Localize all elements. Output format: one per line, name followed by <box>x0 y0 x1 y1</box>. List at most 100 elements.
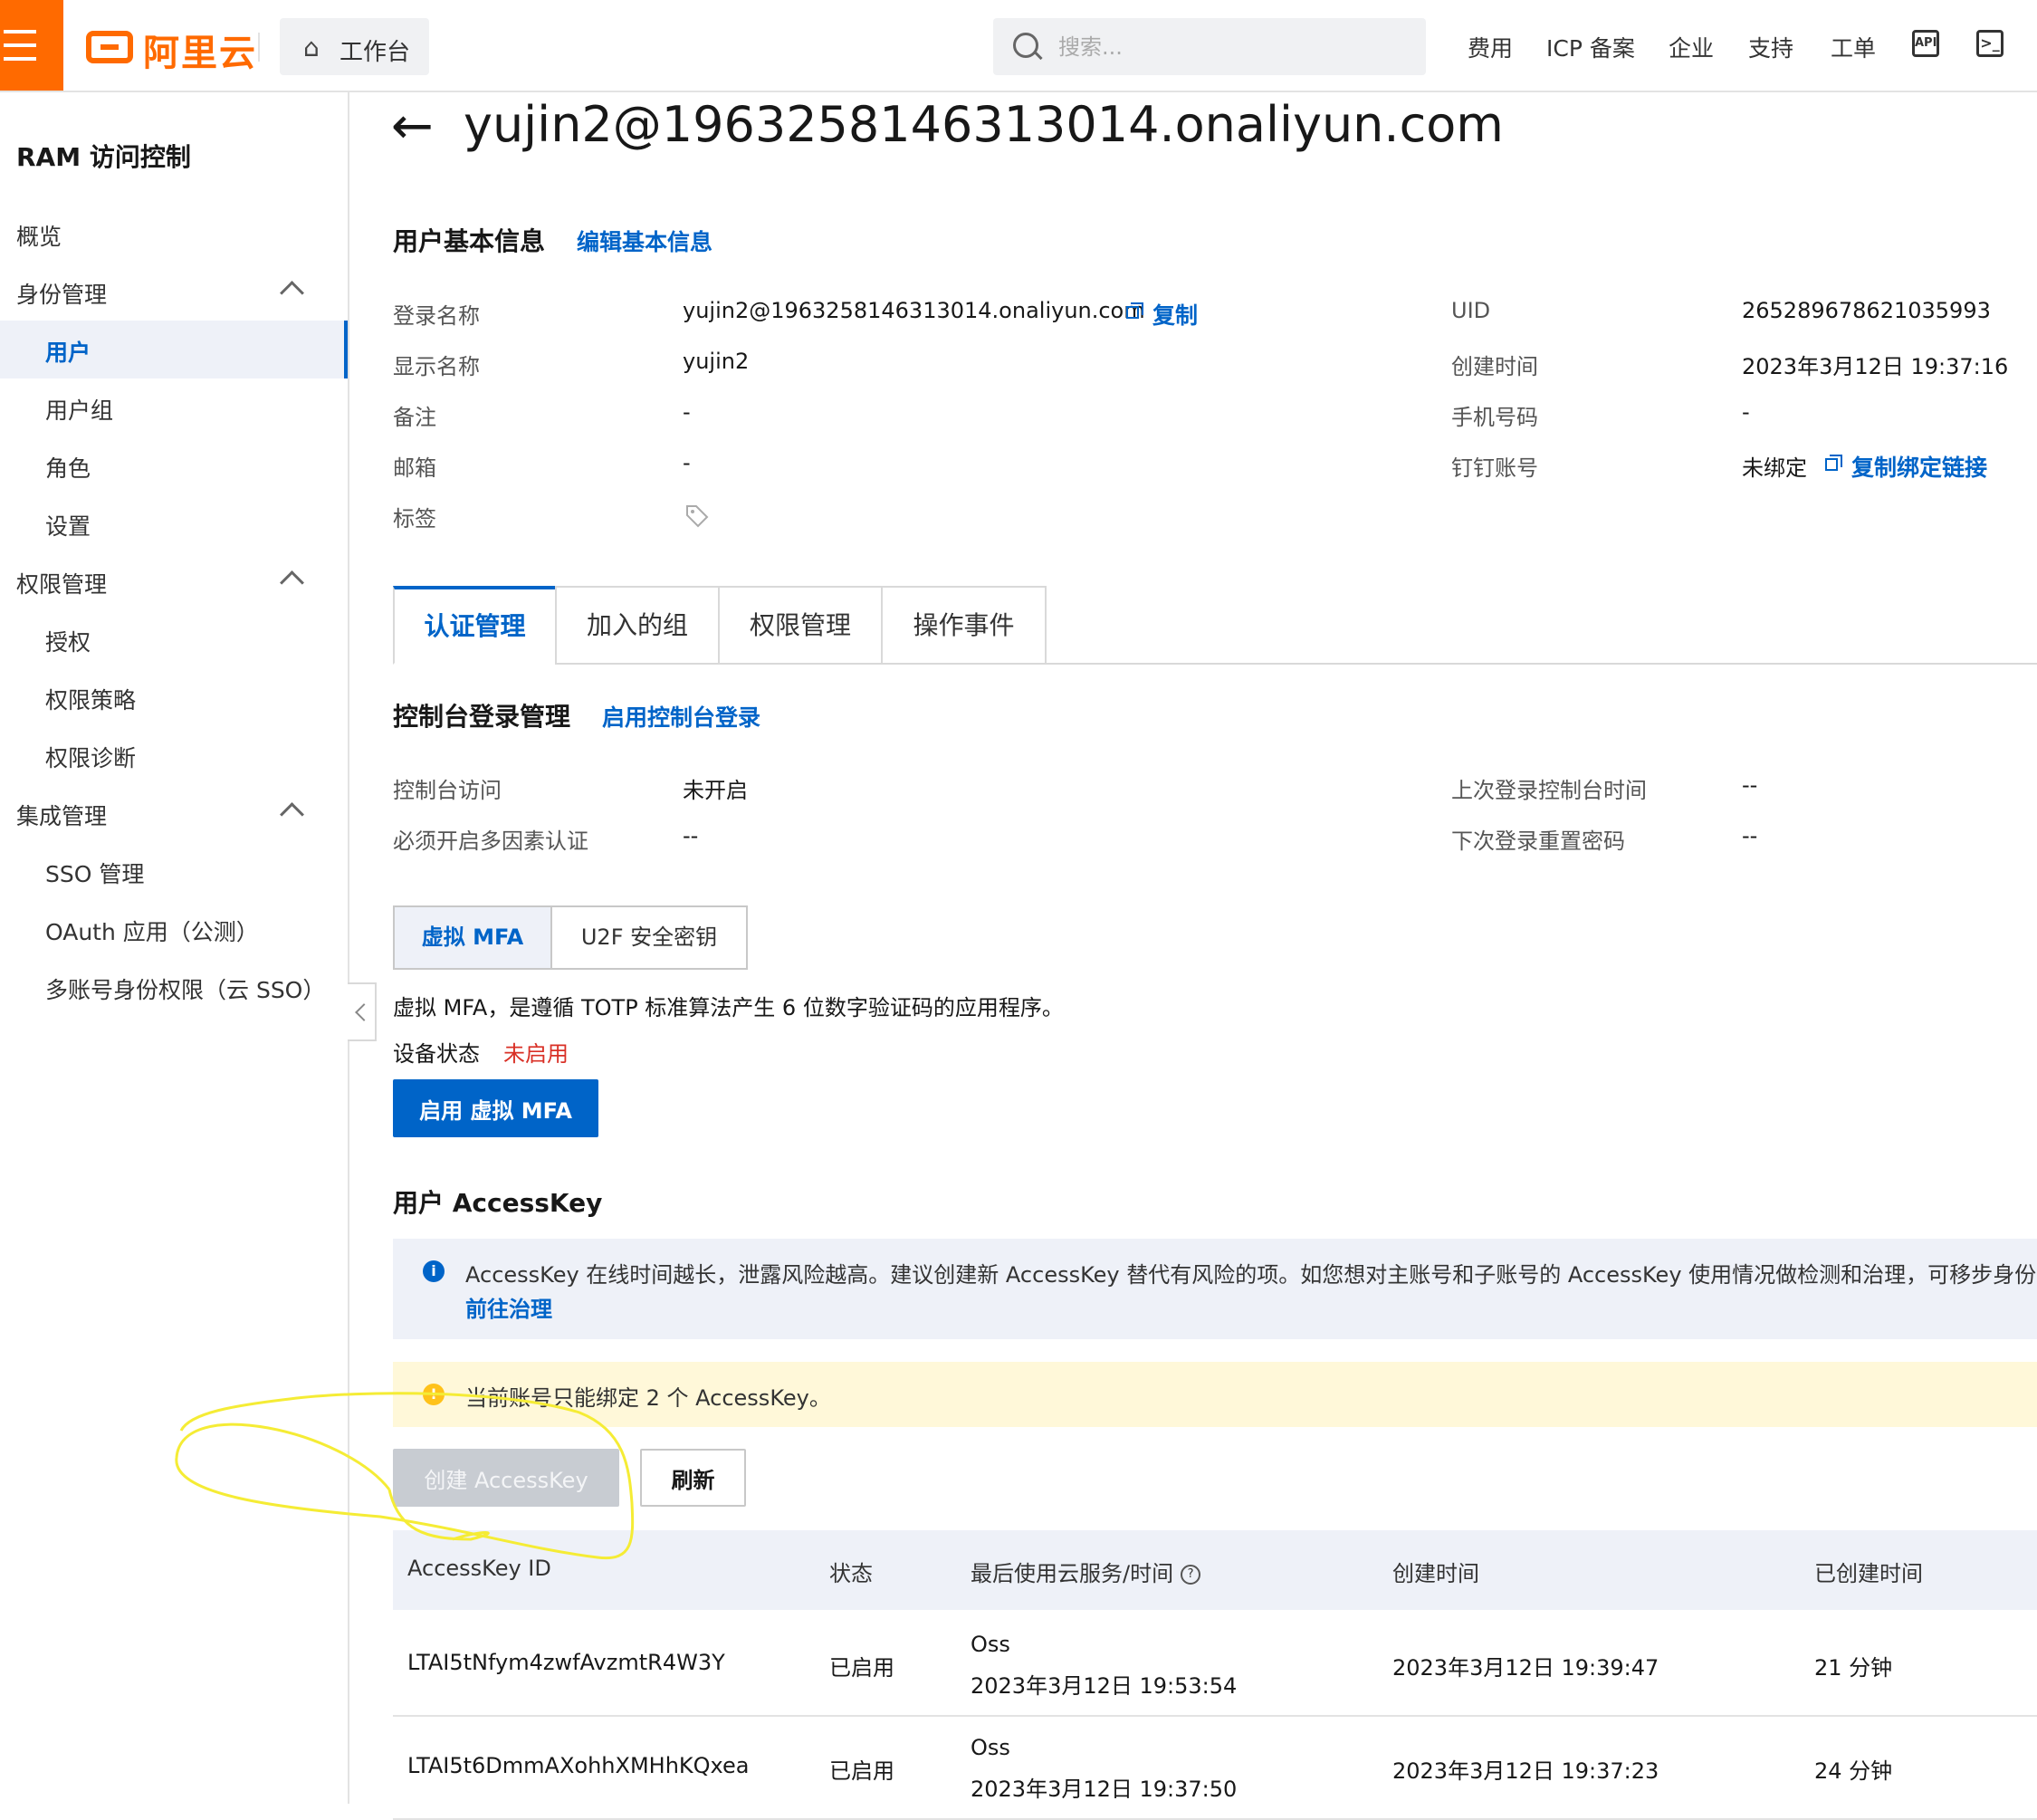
search-box[interactable] <box>993 18 1426 75</box>
workbench-label: 工作台 <box>340 39 411 66</box>
subtab-u2f-key[interactable]: U2F 安全密钥 <box>550 905 748 970</box>
tab-events[interactable]: 操作事件 <box>881 586 1047 665</box>
table-row: LTAI5t6DmmAXohhXMHhKQxea 已启用 Oss 2023年3月… <box>393 1715 2037 1820</box>
tab-auth-management[interactable]: 认证管理 <box>393 586 557 665</box>
column-header: AccessKey ID <box>407 1556 551 1581</box>
device-status-label: 设备状态 <box>393 1041 480 1067</box>
subtab-virtual-mfa[interactable]: 虚拟 MFA <box>393 905 552 970</box>
sidebar-item-grants[interactable]: 授权 <box>0 610 348 668</box>
created-age: 21 分钟 <box>1814 1655 1893 1681</box>
sidebar-item-label: 多账号身份权限（云 SSO） <box>45 977 326 1003</box>
display-name-label: 显示名称 <box>393 354 480 379</box>
sidebar-item-oauth[interactable]: OAuth 应用（公测） <box>0 900 348 958</box>
created-age: 24 分钟 <box>1814 1758 1893 1784</box>
column-header-label: 最后使用云服务/时间 <box>971 1561 1174 1586</box>
edit-basic-info-link[interactable]: 编辑基本信息 <box>577 225 712 257</box>
table-header: AccessKey ID 状态 最后使用云服务/时间? 创建时间 已创建时间 <box>393 1530 2037 1610</box>
api-icon[interactable]: API <box>1912 30 1939 57</box>
created-time: 2023年3月12日 19:37:23 <box>1392 1758 1659 1784</box>
aliyun-logo-icon[interactable] <box>86 31 133 63</box>
info-icon: i <box>423 1260 445 1282</box>
tag-icon[interactable] <box>684 503 710 529</box>
help-icon[interactable]: ? <box>1181 1565 1201 1585</box>
tags-label: 标签 <box>393 506 436 532</box>
refresh-button[interactable]: 刷新 <box>640 1449 746 1507</box>
sidebar-group-integration[interactable]: 集成管理 <box>0 784 348 842</box>
sidebar-item-settings[interactable]: 设置 <box>0 494 348 552</box>
sidebar-item-sso[interactable]: SSO 管理 <box>0 842 348 900</box>
enable-virtual-mfa-button[interactable]: 启用 虚拟 MFA <box>393 1079 598 1137</box>
uid-label: UID <box>1451 298 1491 323</box>
info-alert: i AccessKey 在线时间越长，泄露风险越高。建议创建新 AccessKe… <box>393 1239 2037 1339</box>
nav-fees[interactable]: 费用 <box>1468 31 1513 63</box>
column-header: 已创建时间 <box>1814 1561 1923 1586</box>
sidebar-collapse-button[interactable] <box>348 982 377 1041</box>
sidebar-item-label: 身份管理 <box>16 282 108 308</box>
sidebar-item-label: 用户组 <box>45 398 114 424</box>
tab-joined-groups[interactable]: 加入的组 <box>555 586 720 665</box>
warning-alert-text: 当前账号只能绑定 2 个 AccessKey。 <box>465 1385 831 1411</box>
nav-ticket[interactable]: 工单 <box>1831 31 1876 63</box>
sidebar-item-overview[interactable]: 概览 <box>0 205 348 263</box>
email-value: - <box>683 450 691 475</box>
sidebar-item-users[interactable]: 用户 <box>0 321 348 378</box>
sidebar-item-label: 角色 <box>45 455 91 482</box>
dingtalk-value: 未绑定 <box>1742 455 1807 481</box>
mfa-required-value: -- <box>683 823 699 848</box>
sidebar-item-user-groups[interactable]: 用户组 <box>0 378 348 436</box>
workbench-button[interactable]: ⌂ 工作台 <box>280 18 429 75</box>
sidebar-item-diagnosis[interactable]: 权限诊断 <box>0 726 348 784</box>
go-govern-link[interactable]: 前往治理 <box>465 1291 552 1323</box>
sidebar: RAM 访问控制 概览 身份管理 用户 用户组 角色 设置 权限管理 授权 权限… <box>0 92 349 1804</box>
sidebar-item-label: SSO 管理 <box>45 861 145 887</box>
divider <box>258 33 260 62</box>
enable-console-login-link[interactable]: 启用控制台登录 <box>602 700 760 733</box>
sidebar-group-identity[interactable]: 身份管理 <box>0 263 348 321</box>
sidebar-title: RAM 访问控制 <box>16 142 191 172</box>
warning-icon: ! <box>423 1384 445 1405</box>
last-login-value: -- <box>1742 772 1758 798</box>
copy-login-name-link[interactable]: 复制 <box>1152 298 1198 330</box>
basic-info-title: 用户基本信息 <box>393 226 546 256</box>
dingtalk-label: 钉钉账号 <box>1451 455 1538 481</box>
created-time: 2023年3月12日 19:39:47 <box>1392 1655 1659 1681</box>
table-row: LTAI5tNfym4zwfAvzmtR4W3Y 已启用 Oss 2023年3月… <box>393 1612 2037 1717</box>
last-used-service: Oss <box>971 1735 1010 1760</box>
menu-icon[interactable] <box>0 0 63 91</box>
chevron-up-icon <box>280 281 304 305</box>
phone-label: 手机号码 <box>1451 405 1538 430</box>
reset-password-label: 下次登录重置密码 <box>1451 829 1625 854</box>
chevron-up-icon <box>280 570 304 595</box>
chevron-up-icon <box>280 802 304 827</box>
sidebar-item-label: 权限诊断 <box>45 745 137 771</box>
tab-permissions[interactable]: 权限管理 <box>718 586 883 665</box>
created-time-value: 2023年3月12日 19:37:16 <box>1742 354 2009 379</box>
copy-bind-link[interactable]: 复制绑定链接 <box>1851 450 1987 483</box>
sidebar-item-label: 设置 <box>45 513 91 540</box>
reset-password-value: -- <box>1742 823 1758 848</box>
sidebar-item-label: OAuth 应用（公测） <box>45 919 259 945</box>
sidebar-item-label: 集成管理 <box>16 803 108 829</box>
accesskey-id: LTAI5tNfym4zwfAvzmtR4W3Y <box>407 1650 725 1675</box>
sidebar-item-cloud-sso[interactable]: 多账号身份权限（云 SSO） <box>0 958 348 1016</box>
sidebar-item-roles[interactable]: 角色 <box>0 436 348 494</box>
search-icon <box>1013 33 1038 58</box>
sidebar-item-label: 授权 <box>45 629 91 656</box>
nav-support[interactable]: 支持 <box>1748 31 1793 63</box>
copy-icon[interactable] <box>1126 302 1143 319</box>
sidebar-item-policies[interactable]: 权限策略 <box>0 668 348 726</box>
search-input[interactable] <box>1057 30 1404 64</box>
copy-icon[interactable] <box>1825 455 1842 471</box>
aliyun-logo-text[interactable]: 阿里云 <box>143 24 257 76</box>
sidebar-item-label: 用户 <box>45 340 91 366</box>
create-accesskey-button[interactable]: 创建 AccessKey <box>393 1449 619 1507</box>
terminal-icon[interactable]: >_ <box>1976 30 2004 57</box>
back-arrow-icon[interactable]: ← <box>391 101 434 152</box>
mfa-required-label: 必须开启多因素认证 <box>393 829 588 854</box>
console-access-label: 控制台访问 <box>393 778 502 803</box>
nav-icp[interactable]: ICP 备案 <box>1546 31 1635 63</box>
last-used-service: Oss <box>971 1632 1010 1657</box>
sidebar-group-permissions[interactable]: 权限管理 <box>0 552 348 610</box>
nav-enterprise[interactable]: 企业 <box>1669 31 1714 63</box>
login-name-value: yujin2@1963258146313014.onaliyun.com <box>683 298 1145 323</box>
